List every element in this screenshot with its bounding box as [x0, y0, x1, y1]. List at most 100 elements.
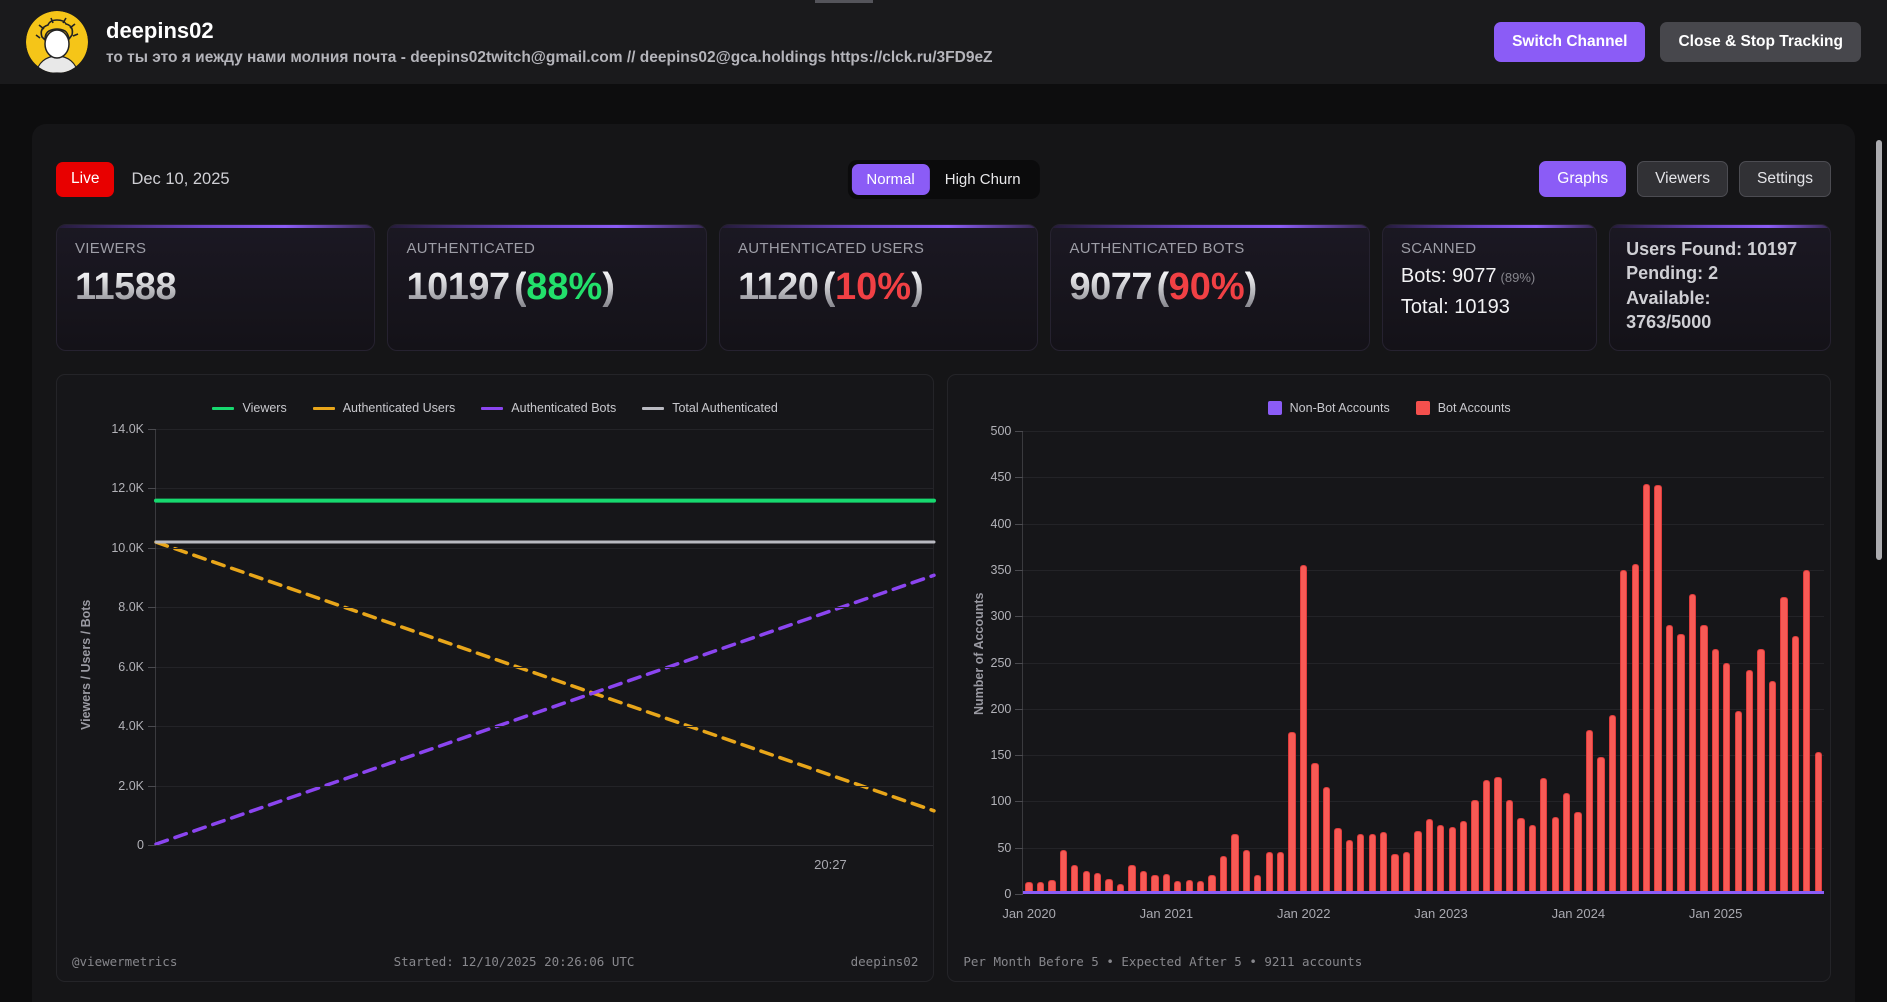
bar-chart-footer-text: Per Month Before 5 • Expected After 5 • … — [963, 954, 1363, 969]
month-slot — [1744, 431, 1755, 894]
y-tick-label: 4.0K — [118, 719, 144, 734]
line-chart-plot: 14.0K 12.0K 10.0K 8.0K 6.0K 4.0K 2.0K 0 20:27 — [111, 422, 936, 872]
month-slot — [1424, 431, 1435, 894]
y-tick-mark — [1015, 755, 1024, 757]
top-edge-tab — [815, 0, 873, 3]
legend-item[interactable]: Non-Bot Accounts — [1267, 401, 1390, 415]
legend-swatch — [1415, 401, 1430, 415]
month-slot — [1321, 431, 1332, 894]
gridline — [156, 429, 933, 430]
month-slot — [1607, 431, 1618, 894]
paren: ) — [911, 266, 924, 308]
month-slot — [1675, 431, 1686, 894]
legend-item[interactable]: Viewers — [212, 401, 287, 415]
switch-channel-button[interactable]: Switch Channel — [1494, 22, 1646, 62]
paren: ) — [602, 266, 615, 308]
bot-accounts-bar — [1265, 852, 1273, 894]
y-tick-label: 350 — [990, 562, 1012, 577]
stat-percent-red: 90% — [1168, 266, 1245, 308]
bot-accounts-bar — [1803, 569, 1811, 894]
legend-swatch — [642, 406, 665, 410]
mode-normal-button[interactable]: Normal — [851, 163, 930, 195]
month-slot — [1195, 431, 1206, 894]
y-tick-mark — [148, 488, 156, 490]
bot-accounts-bar — [1505, 799, 1514, 894]
month-slot — [1046, 431, 1057, 894]
bot-accounts-bar — [1562, 793, 1571, 894]
y-tick-label: 0 — [1004, 887, 1012, 901]
month-slot — [1538, 431, 1549, 894]
bot-accounts-bar — [1585, 730, 1594, 894]
legend-item[interactable]: Authenticated Users — [312, 401, 455, 415]
available-value-line: 3763/5000 — [1626, 311, 1712, 332]
series-line — [154, 540, 936, 813]
tab-settings[interactable]: Settings — [1738, 161, 1831, 197]
month-slot — [1618, 431, 1629, 894]
series-line — [154, 573, 936, 846]
legend-item[interactable]: Authenticated Bots — [481, 401, 616, 415]
month-slot — [1366, 431, 1377, 894]
month-slot — [1447, 431, 1458, 894]
gridline — [156, 845, 933, 846]
y-tick-mark — [148, 666, 156, 668]
y-tick-mark — [148, 726, 156, 728]
month-slot — [1630, 431, 1641, 894]
month-slot — [1664, 431, 1675, 894]
y-tick-mark — [148, 547, 156, 549]
legend-label: Bot Accounts — [1437, 401, 1511, 415]
bot-accounts-bar — [1482, 780, 1491, 894]
started-timestamp: Started: 12/10/2025 20:26:06 UTC — [393, 954, 635, 969]
tab-viewers[interactable]: Viewers — [1637, 161, 1728, 197]
legend-swatch — [312, 406, 335, 410]
legend-swatch — [212, 406, 235, 410]
month-slot — [1801, 431, 1812, 894]
stat-card-authenticated-bots: AUTHENTICATED BOTS 9077 (90%) — [1050, 224, 1370, 351]
y-tick-mark — [148, 607, 156, 609]
gridline — [156, 607, 933, 609]
legend-item[interactable]: Bot Accounts — [1415, 401, 1511, 415]
stat-percent-green: 88% — [526, 266, 603, 308]
month-slot — [1687, 431, 1698, 894]
bot-accounts-bar — [1357, 833, 1365, 894]
page-scrollbar[interactable] — [1876, 140, 1882, 560]
month-slot — [1161, 431, 1172, 894]
scanned-bots-percent: (89%) — [1500, 270, 1536, 285]
live-status-badge: Live — [56, 161, 115, 197]
stat-value: 1120 — [737, 266, 819, 308]
legend-item[interactable]: Total Authenticated — [642, 401, 778, 415]
bot-accounts-bar — [1242, 849, 1251, 894]
x-tick-label: Jan 2021 — [1139, 906, 1194, 921]
y-tick-label: 0 — [137, 838, 144, 852]
tab-graphs[interactable]: Graphs — [1539, 161, 1627, 197]
month-slot — [1081, 431, 1092, 894]
bot-accounts-bar — [1768, 681, 1777, 894]
stat-card-viewers: VIEWERS 11588 — [56, 224, 376, 351]
month-slot — [1298, 431, 1309, 894]
month-slot — [1767, 431, 1778, 894]
bot-accounts-bar — [1471, 800, 1479, 894]
bot-accounts-bar — [1688, 593, 1697, 894]
stat-card-authenticated-users: AUTHENTICATED USERS 1120 (10%) — [718, 224, 1039, 351]
y-tick-mark — [1015, 523, 1024, 525]
bar-chart-plot: 500 450 400 350 300 250 200 150 100 50 0 Jan 2020 Ja… — [991, 424, 1825, 921]
month-slot — [1378, 431, 1389, 894]
paren: ( — [1156, 266, 1169, 308]
channel-name-footer: deepins02 — [850, 954, 919, 969]
mode-high-churn-button[interactable]: High Churn — [930, 164, 1036, 195]
y-tick-label: 300 — [990, 609, 1012, 624]
bot-accounts-bar — [1311, 763, 1319, 894]
paren: ( — [822, 266, 836, 308]
month-slot — [1344, 431, 1355, 894]
bot-accounts-bar — [1814, 752, 1822, 894]
bot-accounts-bar — [1757, 648, 1765, 894]
bot-accounts-bar — [1288, 731, 1296, 894]
y-tick-mark — [1015, 708, 1024, 710]
month-slot — [1241, 431, 1252, 894]
month-slot — [1183, 431, 1194, 894]
bot-accounts-bar — [1414, 831, 1422, 894]
y-tick-mark — [1015, 894, 1024, 895]
bot-accounts-bar — [1219, 856, 1228, 894]
channel-subtitle: то ты это я иежду нами молния почта - de… — [106, 48, 993, 66]
close-stop-tracking-button[interactable]: Close & Stop Tracking — [1660, 22, 1861, 62]
line-chart-footer: @viewermetrics Started: 12/10/2025 20:26… — [72, 954, 918, 969]
